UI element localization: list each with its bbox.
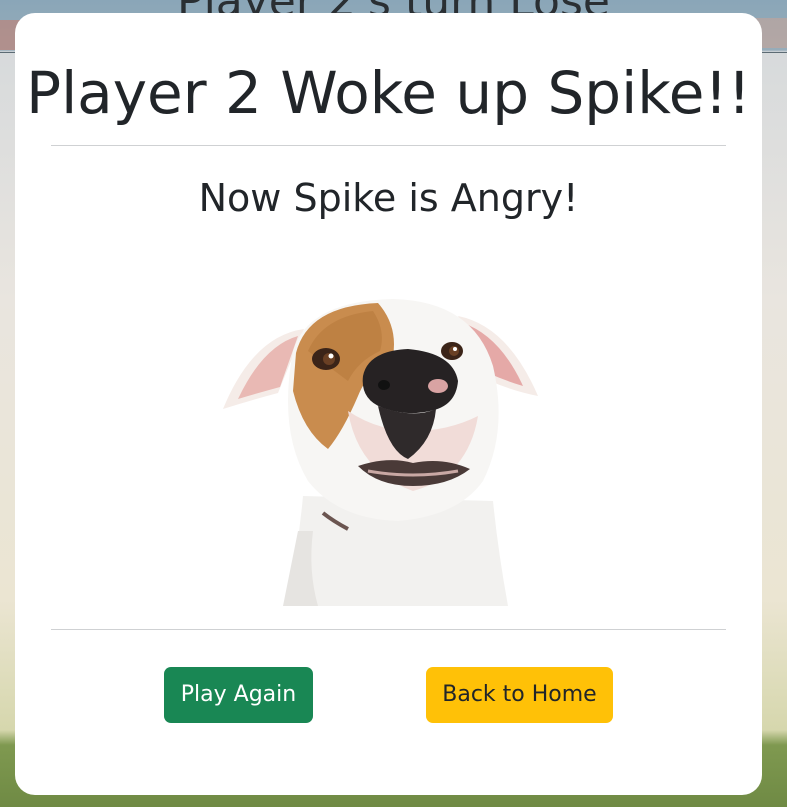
modal-subtitle: Now Spike is Angry! <box>198 176 579 220</box>
modal-footer-divider <box>51 629 726 630</box>
play-again-button[interactable]: Play Again <box>164 667 313 723</box>
modal-title: Player 2 Woke up Spike!! <box>26 59 751 127</box>
dog-image <box>223 299 538 606</box>
modal-header-divider <box>51 145 726 146</box>
back-to-home-button[interactable]: Back to Home <box>426 667 613 723</box>
result-modal: Player 2 Woke up Spike!! Now Spike is An… <box>15 13 762 795</box>
